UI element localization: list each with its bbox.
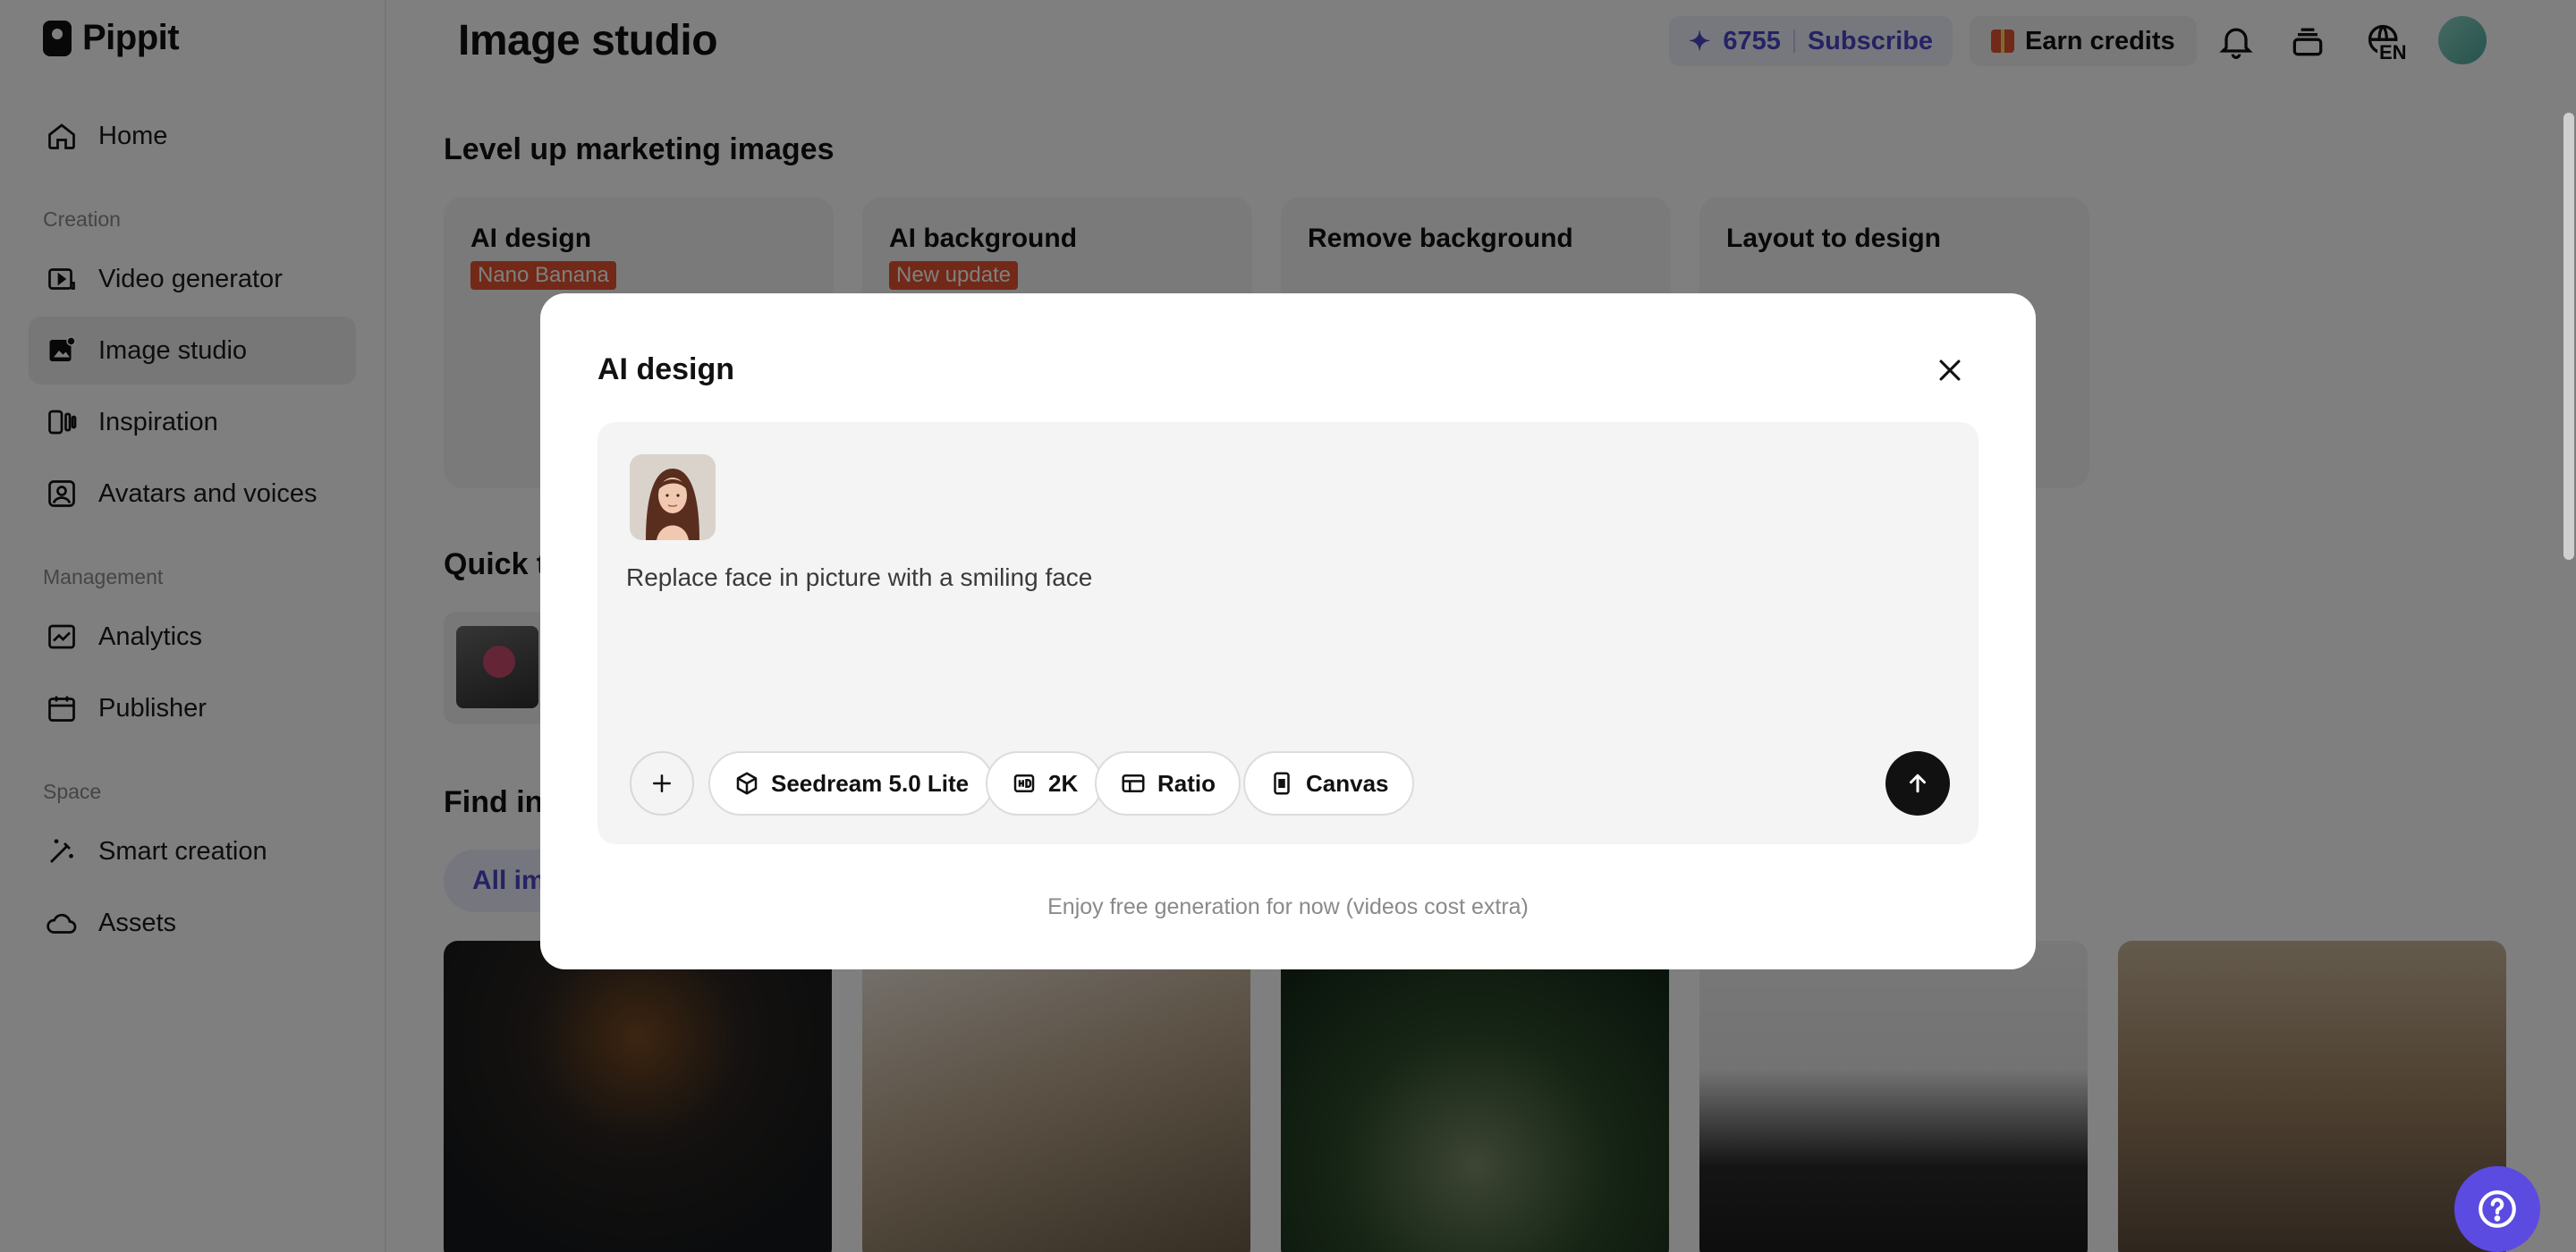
add-attachment-button[interactable] <box>630 751 694 816</box>
help-icon <box>2479 1190 2516 1228</box>
canvas-icon <box>1274 772 1290 795</box>
scrollbar[interactable] <box>2563 113 2574 560</box>
resolution-label: 2K <box>1048 769 1079 797</box>
ai-design-modal: AI design Replace face in picture with a… <box>540 293 2036 969</box>
model-selector-button[interactable]: Seedream 5.0 Lite <box>708 751 995 816</box>
reference-image-thumbnail[interactable] <box>630 454 716 540</box>
prompt-text[interactable]: Replace face in picture with a smiling f… <box>626 563 1092 592</box>
modal-footnote: Enjoy free generation for now (videos co… <box>1047 894 1529 919</box>
send-button[interactable] <box>1885 751 1950 816</box>
ratio-label: Ratio <box>1157 769 1216 797</box>
close-icon <box>1939 360 1961 381</box>
arrow-up-icon <box>1910 774 1926 793</box>
canvas-button[interactable]: Canvas <box>1243 751 1414 816</box>
model-label: Seedream 5.0 Lite <box>771 769 970 797</box>
plus-icon <box>653 774 671 792</box>
resolution-button[interactable]: 2K <box>986 751 1104 816</box>
prompt-box[interactable]: Replace face in picture with a smiling f… <box>597 422 1979 844</box>
close-button[interactable] <box>1928 349 1971 392</box>
cube-icon <box>736 772 758 795</box>
canvas-label: Canvas <box>1306 769 1389 797</box>
ratio-icon <box>1122 774 1145 792</box>
ratio-button[interactable]: Ratio <box>1095 751 1241 816</box>
modal-title: AI design <box>597 352 735 386</box>
hd-icon <box>1013 774 1035 792</box>
help-button[interactable] <box>2454 1166 2540 1252</box>
